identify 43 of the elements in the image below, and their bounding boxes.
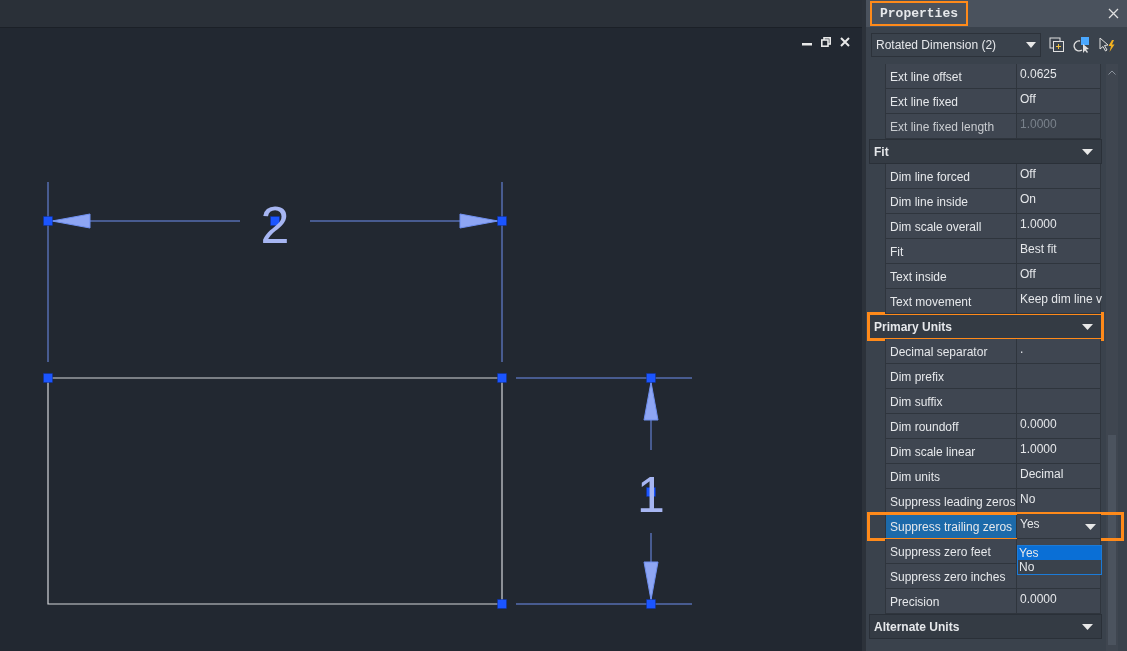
property-value[interactable]: 0.0625	[1017, 64, 1101, 89]
property-value[interactable]: On	[1017, 189, 1101, 214]
property-label[interactable]: Ext line fixed	[885, 89, 1017, 114]
property-label[interactable]: Precision	[885, 589, 1017, 614]
panel-title: Properties	[870, 1, 968, 26]
property-value[interactable]: 0.0000	[1017, 589, 1101, 614]
property-label[interactable]: Suppress zero inches	[885, 564, 1017, 589]
value-dropdown[interactable]: Yes	[1017, 514, 1101, 539]
section-header[interactable]: Fit	[869, 139, 1102, 164]
property-value[interactable]: 1.0000	[1017, 439, 1101, 464]
property-value[interactable]: 1.0000	[1017, 214, 1101, 239]
property-value[interactable]: Off	[1017, 164, 1101, 189]
property-label[interactable]: Text movement	[885, 289, 1017, 314]
section-header[interactable]: Alternate Units	[869, 614, 1102, 639]
property-label[interactable]: Dim suffix	[885, 389, 1017, 414]
property-label[interactable]: Dim units	[885, 464, 1017, 489]
property-label[interactable]: Dim line inside	[885, 189, 1017, 214]
property-label[interactable]: Decimal separator	[885, 339, 1017, 364]
dimension-text: 1	[637, 467, 665, 523]
section-header[interactable]: Primary Units	[869, 314, 1102, 339]
property-label[interactable]: Dim prefix	[885, 364, 1017, 389]
property-label[interactable]: Dim roundoff	[885, 414, 1017, 439]
property-label[interactable]: Suppress leading zeros	[885, 489, 1017, 514]
dimension-text: 2	[260, 196, 290, 254]
property-label[interactable]: Dim line forced	[885, 164, 1017, 189]
property-value[interactable]: Off	[1017, 89, 1101, 114]
property-value[interactable]: No	[1017, 489, 1101, 514]
property-label[interactable]: Dim scale overall	[885, 214, 1017, 239]
selection-dropdown[interactable]: Rotated Dimension (2)	[871, 32, 1041, 57]
property-value[interactable]: .	[1017, 339, 1101, 364]
dropdown-option[interactable]: No	[1018, 560, 1101, 574]
dropdown-option[interactable]: Yes	[1018, 546, 1101, 560]
property-value[interactable]: 0.0000	[1017, 414, 1101, 439]
property-value[interactable]: Decimal	[1017, 464, 1101, 489]
property-label[interactable]: Ext line offset	[885, 64, 1017, 89]
property-value[interactable]: Best fit	[1017, 239, 1101, 264]
property-label[interactable]: Text inside	[885, 264, 1017, 289]
property-label[interactable]: Fit	[885, 239, 1017, 264]
property-value[interactable]: Off	[1017, 264, 1101, 289]
property-label[interactable]: Dim scale linear	[885, 439, 1017, 464]
property-label[interactable]: Suppress trailing zeros	[885, 514, 1017, 539]
property-label[interactable]: Suppress zero feet	[885, 539, 1017, 564]
property-value[interactable]: Keep dim line v	[1017, 289, 1101, 314]
